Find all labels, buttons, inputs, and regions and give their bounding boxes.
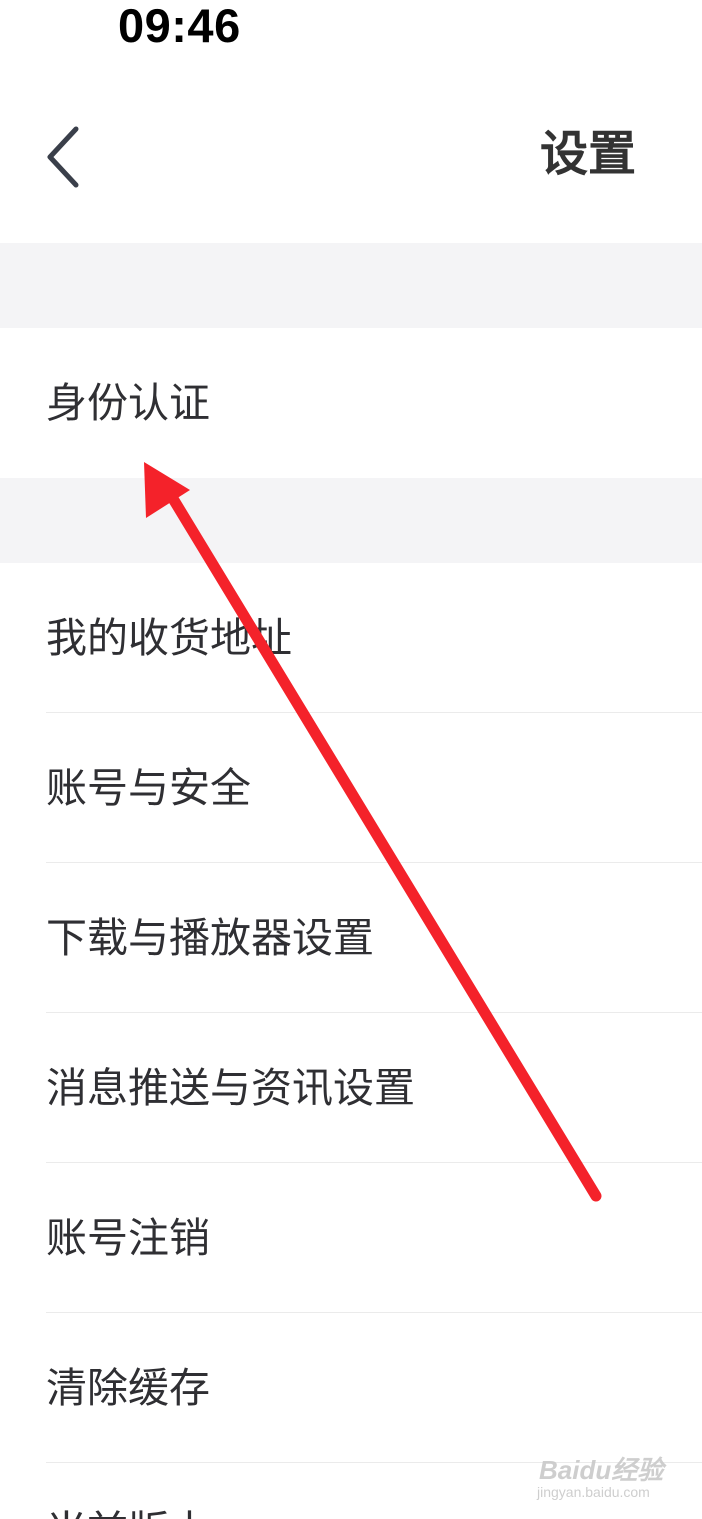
settings-row-account-security[interactable]: 账号与安全 [0, 713, 702, 863]
settings-row-label: 下载与播放器设置 [46, 914, 374, 962]
settings-row-label: 账号与安全 [46, 764, 251, 812]
page-title: 设置 [539, 126, 636, 182]
settings-row-download-player[interactable]: 下载与播放器设置 [0, 863, 702, 1013]
watermark-brand: Baidu经验 [539, 1455, 664, 1485]
settings-row-label: 账号注销 [46, 1214, 210, 1262]
watermark-url: jingyan.baidu.com [537, 1484, 650, 1500]
settings-row-label: 消息推送与资讯设置 [46, 1064, 415, 1112]
settings-row-label: 身份认证 [46, 379, 210, 427]
settings-row-label: 当前版本 [46, 1506, 210, 1519]
settings-row-identity[interactable]: 身份认证 [0, 328, 702, 478]
watermark: Baidu经验 jingyan.baidu.com [535, 1440, 675, 1506]
section-gap [0, 478, 702, 563]
section-gap [0, 243, 702, 328]
back-button[interactable] [30, 115, 110, 195]
settings-row-notifications[interactable]: 消息推送与资讯设置 [0, 1013, 702, 1163]
settings-row-label: 我的收货地址 [46, 614, 292, 662]
status-bar-time: 09:46 [118, 0, 241, 52]
settings-row-label: 清除缓存 [46, 1364, 210, 1412]
settings-row-address[interactable]: 我的收货地址 [0, 563, 702, 713]
nav-bar: 设置 [0, 100, 702, 210]
chevron-left-icon [47, 126, 79, 188]
settings-row-cancel-account[interactable]: 账号注销 [0, 1163, 702, 1313]
